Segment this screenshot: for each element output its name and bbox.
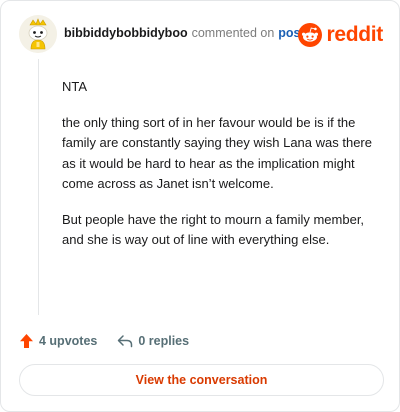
upvote-button[interactable]: 4 upvotes — [19, 333, 97, 349]
comment-meta: bibbiddybobbidyboo commented on post — [64, 26, 305, 40]
replies-button[interactable]: 0 replies — [117, 334, 189, 348]
comment-actions: 4 upvotes 0 replies — [19, 331, 189, 351]
upvote-count: 4 upvotes — [39, 334, 98, 348]
reply-arrow-icon — [118, 335, 133, 348]
reddit-brand[interactable]: reddit — [298, 22, 383, 48]
comment-body: NTA the only thing sort of in her favour… — [62, 77, 377, 266]
reddit-wordmark: reddit — [326, 23, 383, 46]
commented-on-text: commented on — [191, 26, 275, 40]
reply-count: 0 replies — [138, 334, 190, 348]
comment-paragraph: NTA — [62, 79, 88, 94]
comment-header: bibbiddybobbidyboo commented on post reddi… — [19, 15, 385, 55]
comment-paragraph: the only thing sort of in her favour wou… — [62, 114, 372, 192]
upvote-arrow-icon — [20, 334, 33, 348]
user-avatar[interactable] — [19, 15, 57, 53]
view-conversation-button[interactable]: View the conversation — [19, 364, 384, 396]
reddit-logo-icon — [298, 23, 323, 47]
comment-paragraph: But people have the right to mourn a fam… — [62, 211, 365, 248]
username-link[interactable]: bibbiddybobbidyboo — [64, 26, 188, 40]
snoo-avatar-icon — [19, 15, 57, 53]
thread-line — [38, 59, 39, 315]
comment-card: bibbiddybobbidyboo commented on post reddi… — [0, 0, 400, 412]
